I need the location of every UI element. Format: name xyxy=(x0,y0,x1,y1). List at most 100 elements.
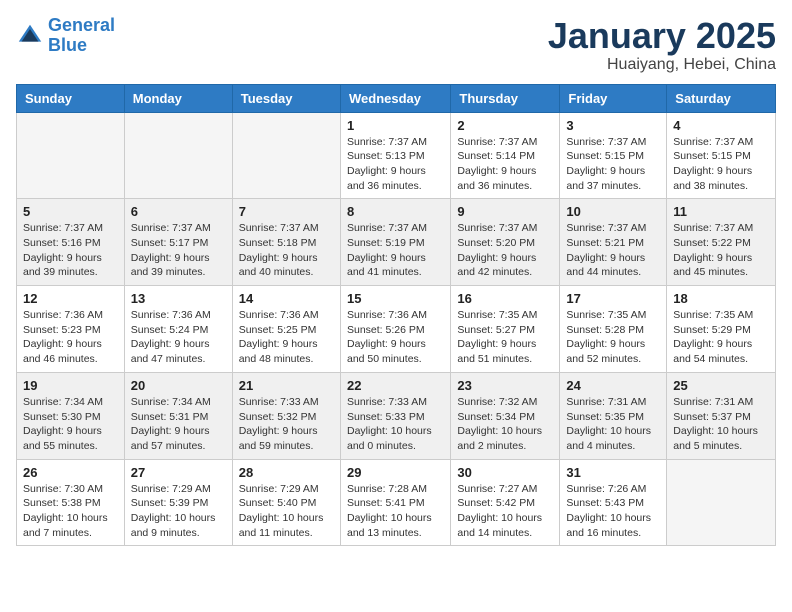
day-detail: Sunrise: 7:31 AM Sunset: 5:35 PM Dayligh… xyxy=(566,395,660,454)
day-detail: Sunrise: 7:37 AM Sunset: 5:15 PM Dayligh… xyxy=(566,135,660,194)
day-detail: Sunrise: 7:32 AM Sunset: 5:34 PM Dayligh… xyxy=(457,395,553,454)
calendar-cell: 12 Sunrise: 7:36 AM Sunset: 5:23 PM Dayli… xyxy=(17,286,125,373)
day-number: 26 xyxy=(23,465,118,480)
day-number: 27 xyxy=(131,465,226,480)
logo-icon xyxy=(16,22,44,50)
weekday-header-monday: Monday xyxy=(124,84,232,112)
calendar-cell xyxy=(17,112,125,199)
day-number: 14 xyxy=(239,291,334,306)
month-title: January 2025 xyxy=(548,16,776,56)
calendar-cell: 20 Sunrise: 7:34 AM Sunset: 5:31 PM Dayli… xyxy=(124,372,232,459)
calendar-cell: 2Sunrise: 7:37 AM Sunset: 5:14 PM Daylig… xyxy=(451,112,560,199)
calendar-week-row: 5 Sunrise: 7:37 AM Sunset: 5:16 PM Daylig… xyxy=(17,199,776,286)
calendar-cell: 23 Sunrise: 7:32 AM Sunset: 5:34 PM Dayli… xyxy=(451,372,560,459)
day-number: 1 xyxy=(347,118,444,133)
day-detail: Sunrise: 7:36 AM Sunset: 5:25 PM Dayligh… xyxy=(239,308,334,367)
day-detail: Sunrise: 7:37 AM Sunset: 5:13 PM Dayligh… xyxy=(347,135,444,194)
day-detail: Sunrise: 7:33 AM Sunset: 5:32 PM Dayligh… xyxy=(239,395,334,454)
calendar-cell: 3 Sunrise: 7:37 AM Sunset: 5:15 PM Daylig… xyxy=(560,112,667,199)
day-detail: Sunrise: 7:29 AM Sunset: 5:40 PM Dayligh… xyxy=(239,482,334,541)
day-number: 20 xyxy=(131,378,226,393)
day-number: 16 xyxy=(457,291,553,306)
day-detail: Sunrise: 7:34 AM Sunset: 5:31 PM Dayligh… xyxy=(131,395,226,454)
day-number: 31 xyxy=(566,465,660,480)
day-detail: Sunrise: 7:27 AM Sunset: 5:42 PM Dayligh… xyxy=(457,482,553,541)
day-detail: Sunrise: 7:37 AM Sunset: 5:18 PM Dayligh… xyxy=(239,221,334,280)
day-detail: Sunrise: 7:34 AM Sunset: 5:30 PM Dayligh… xyxy=(23,395,118,454)
calendar-cell: 15 Sunrise: 7:36 AM Sunset: 5:26 PM Dayli… xyxy=(340,286,450,373)
day-detail: Sunrise: 7:35 AM Sunset: 5:27 PM Dayligh… xyxy=(457,308,553,367)
day-number: 6 xyxy=(131,204,226,219)
calendar-cell: 29 Sunrise: 7:28 AM Sunset: 5:41 PM Dayli… xyxy=(340,459,450,546)
logo-text-line1: General xyxy=(48,16,115,36)
day-detail: Sunrise: 7:28 AM Sunset: 5:41 PM Dayligh… xyxy=(347,482,444,541)
title-block: January 2025 Huaiyang, Hebei, China xyxy=(548,16,776,74)
calendar-cell: 8Sunrise: 7:37 AM Sunset: 5:19 PM Daylig… xyxy=(340,199,450,286)
day-number: 9 xyxy=(457,204,553,219)
calendar-cell: 31 Sunrise: 7:26 AM Sunset: 5:43 PM Dayli… xyxy=(560,459,667,546)
day-detail: Sunrise: 7:36 AM Sunset: 5:23 PM Dayligh… xyxy=(23,308,118,367)
day-detail: Sunrise: 7:37 AM Sunset: 5:15 PM Dayligh… xyxy=(673,135,769,194)
day-number: 5 xyxy=(23,204,118,219)
day-detail: Sunrise: 7:36 AM Sunset: 5:26 PM Dayligh… xyxy=(347,308,444,367)
day-detail: Sunrise: 7:37 AM Sunset: 5:19 PM Dayligh… xyxy=(347,221,444,280)
day-detail: Sunrise: 7:37 AM Sunset: 5:21 PM Dayligh… xyxy=(566,221,660,280)
day-number: 28 xyxy=(239,465,334,480)
day-detail: Sunrise: 7:37 AM Sunset: 5:20 PM Dayligh… xyxy=(457,221,553,280)
day-number: 22 xyxy=(347,378,444,393)
calendar-header-row: SundayMondayTuesdayWednesdayThursdayFrid… xyxy=(17,84,776,112)
calendar-cell: 6 Sunrise: 7:37 AM Sunset: 5:17 PM Daylig… xyxy=(124,199,232,286)
calendar-cell: 22 Sunrise: 7:33 AM Sunset: 5:33 PM Dayli… xyxy=(340,372,450,459)
day-number: 17 xyxy=(566,291,660,306)
calendar-cell: 10Sunrise: 7:37 AM Sunset: 5:21 PM Dayli… xyxy=(560,199,667,286)
day-detail: Sunrise: 7:37 AM Sunset: 5:22 PM Dayligh… xyxy=(673,221,769,280)
calendar-week-row: 1 Sunrise: 7:37 AM Sunset: 5:13 PM Daylig… xyxy=(17,112,776,199)
calendar-cell xyxy=(124,112,232,199)
weekday-header-wednesday: Wednesday xyxy=(340,84,450,112)
calendar-cell xyxy=(667,459,776,546)
day-detail: Sunrise: 7:37 AM Sunset: 5:16 PM Dayligh… xyxy=(23,221,118,280)
calendar-cell: 7 Sunrise: 7:37 AM Sunset: 5:18 PM Daylig… xyxy=(232,199,340,286)
day-detail: Sunrise: 7:26 AM Sunset: 5:43 PM Dayligh… xyxy=(566,482,660,541)
weekday-header-thursday: Thursday xyxy=(451,84,560,112)
day-number: 15 xyxy=(347,291,444,306)
day-detail: Sunrise: 7:31 AM Sunset: 5:37 PM Dayligh… xyxy=(673,395,769,454)
day-number: 24 xyxy=(566,378,660,393)
day-detail: Sunrise: 7:33 AM Sunset: 5:33 PM Dayligh… xyxy=(347,395,444,454)
day-number: 11 xyxy=(673,204,769,219)
day-detail: Sunrise: 7:29 AM Sunset: 5:39 PM Dayligh… xyxy=(131,482,226,541)
weekday-header-sunday: Sunday xyxy=(17,84,125,112)
day-number: 2 xyxy=(457,118,553,133)
calendar-cell: 14 Sunrise: 7:36 AM Sunset: 5:25 PM Dayli… xyxy=(232,286,340,373)
weekday-header-saturday: Saturday xyxy=(667,84,776,112)
day-detail: Sunrise: 7:36 AM Sunset: 5:24 PM Dayligh… xyxy=(131,308,226,367)
day-detail: Sunrise: 7:35 AM Sunset: 5:29 PM Dayligh… xyxy=(673,308,769,367)
day-detail: Sunrise: 7:35 AM Sunset: 5:28 PM Dayligh… xyxy=(566,308,660,367)
day-number: 23 xyxy=(457,378,553,393)
weekday-header-tuesday: Tuesday xyxy=(232,84,340,112)
day-number: 12 xyxy=(23,291,118,306)
day-number: 30 xyxy=(457,465,553,480)
calendar-cell: 17 Sunrise: 7:35 AM Sunset: 5:28 PM Dayli… xyxy=(560,286,667,373)
day-number: 13 xyxy=(131,291,226,306)
location-title: Huaiyang, Hebei, China xyxy=(548,56,776,74)
calendar-cell: 30 Sunrise: 7:27 AM Sunset: 5:42 PM Dayli… xyxy=(451,459,560,546)
weekday-header-friday: Friday xyxy=(560,84,667,112)
day-number: 19 xyxy=(23,378,118,393)
page-header: General Blue January 2025 Huaiyang, Hebe… xyxy=(16,16,776,74)
calendar-cell: 5 Sunrise: 7:37 AM Sunset: 5:16 PM Daylig… xyxy=(17,199,125,286)
calendar-table: SundayMondayTuesdayWednesdayThursdayFrid… xyxy=(16,84,776,547)
calendar-cell: 11 Sunrise: 7:37 AM Sunset: 5:22 PM Dayli… xyxy=(667,199,776,286)
day-number: 18 xyxy=(673,291,769,306)
calendar-week-row: 19 Sunrise: 7:34 AM Sunset: 5:30 PM Dayli… xyxy=(17,372,776,459)
calendar-cell: 25Sunrise: 7:31 AM Sunset: 5:37 PM Dayli… xyxy=(667,372,776,459)
day-number: 3 xyxy=(566,118,660,133)
calendar-cell: 27 Sunrise: 7:29 AM Sunset: 5:39 PM Dayli… xyxy=(124,459,232,546)
calendar-cell xyxy=(232,112,340,199)
calendar-cell: 28 Sunrise: 7:29 AM Sunset: 5:40 PM Dayli… xyxy=(232,459,340,546)
day-detail: Sunrise: 7:37 AM Sunset: 5:17 PM Dayligh… xyxy=(131,221,226,280)
day-number: 7 xyxy=(239,204,334,219)
day-number: 29 xyxy=(347,465,444,480)
calendar-cell: 24 Sunrise: 7:31 AM Sunset: 5:35 PM Dayli… xyxy=(560,372,667,459)
calendar-week-row: 12 Sunrise: 7:36 AM Sunset: 5:23 PM Dayli… xyxy=(17,286,776,373)
